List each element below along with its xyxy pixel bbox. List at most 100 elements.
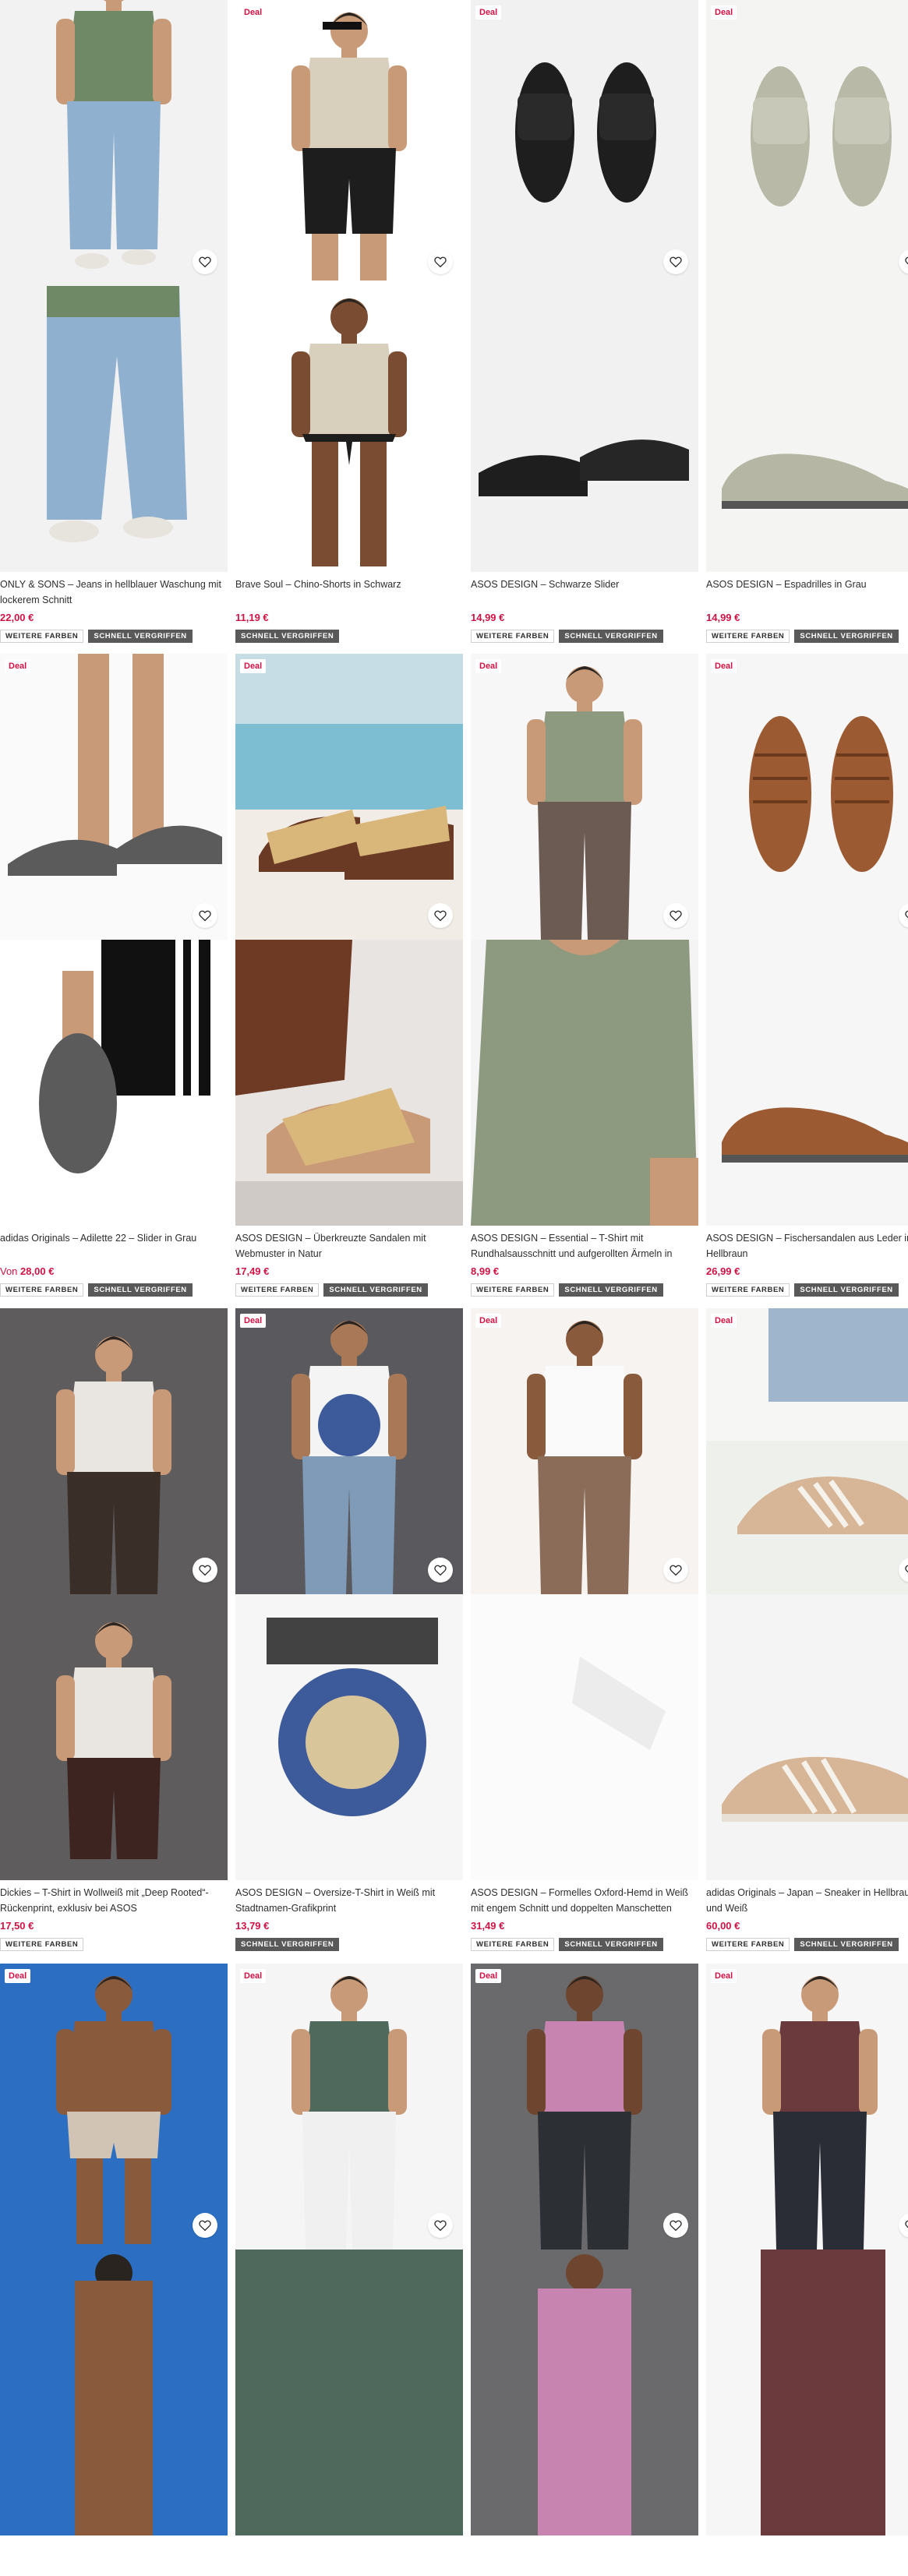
product-image[interactable] xyxy=(706,1308,908,1594)
product-image[interactable] xyxy=(706,654,908,940)
product-image[interactable] xyxy=(235,654,463,940)
product-card[interactable]: Deal adidas Originals – Adilette 22 – Sl… xyxy=(0,654,228,1297)
product-card[interactable]: Deal ASOS DESIGN – Überkreuzte Sandalen … xyxy=(235,654,463,1297)
product-card[interactable]: Deal xyxy=(471,1964,698,2576)
product-image[interactable] xyxy=(235,1308,463,1594)
product-name[interactable]: ASOS DESIGN – Espadrilles in Grau xyxy=(706,577,908,608)
product-name[interactable]: ASOS DESIGN – Fischersandalen aus Leder … xyxy=(706,1230,908,1262)
wishlist-button[interactable] xyxy=(428,1558,453,1583)
wishlist-button[interactable] xyxy=(428,2213,453,2238)
wishlist-button[interactable] xyxy=(663,1558,688,1583)
product-image-gallery[interactable]: Deal xyxy=(471,0,698,572)
product-image-gallery[interactable]: Deal xyxy=(706,1964,908,2535)
product-image-gallery[interactable]: Deal xyxy=(235,1964,463,2535)
product-name[interactable]: adidas Originals – Adilette 22 – Slider … xyxy=(0,1230,228,1262)
product-name[interactable]: ASOS DESIGN – Oversize-T-Shirt in Weiß m… xyxy=(235,1885,463,1916)
product-image-alternate[interactable] xyxy=(706,2250,908,2535)
product-image-gallery[interactable]: Deal xyxy=(471,1964,698,2535)
product-name[interactable]: adidas Originals – Japan – Sneaker in He… xyxy=(706,1885,908,1916)
product-image-alternate[interactable] xyxy=(706,940,908,1226)
product-card[interactable]: Deal adidas Originals – Japan – Sneaker … xyxy=(706,1308,908,1951)
product-image-alternate[interactable] xyxy=(235,2250,463,2535)
product-card[interactable]: Deal Brave Soul – Chino-Shorts in Schwar… xyxy=(235,0,463,643)
product-name[interactable]: ASOS DESIGN – Überkreuzte Sandalen mit W… xyxy=(235,1230,463,1262)
product-card[interactable]: Dickies – T-Shirt in Wollweiß mit „Deep … xyxy=(0,1308,228,1951)
more-colors-badge[interactable]: WEITERE FARBEN xyxy=(706,1283,790,1297)
product-image[interactable] xyxy=(471,0,698,286)
product-image-alternate[interactable] xyxy=(235,286,463,572)
product-name[interactable]: Brave Soul – Chino-Shorts in Schwarz xyxy=(235,577,463,608)
product-card[interactable]: ONLY & SONS – Jeans in hellblauer Waschu… xyxy=(0,0,228,643)
wishlist-button[interactable] xyxy=(193,2213,217,2238)
product-name[interactable]: ASOS DESIGN – Formelles Oxford-Hemd in W… xyxy=(471,1885,698,1916)
wishlist-button[interactable] xyxy=(663,903,688,928)
product-image-gallery[interactable]: Deal xyxy=(471,654,698,1226)
product-image-alternate[interactable] xyxy=(471,2250,698,2535)
product-image-alternate[interactable] xyxy=(706,1594,908,1880)
product-card[interactable]: Deal ASOS DESIGN – Schwarze Slider 14,99… xyxy=(471,0,698,643)
product-card[interactable]: Deal ASOS DESIGN – Fischersandalen aus L… xyxy=(706,654,908,1297)
product-name[interactable] xyxy=(706,2540,908,2571)
product-image-gallery[interactable]: Deal xyxy=(235,1308,463,1880)
product-image-alternate[interactable] xyxy=(471,286,698,572)
more-colors-badge[interactable]: WEITERE FARBEN xyxy=(706,1938,790,1951)
product-image-alternate[interactable] xyxy=(0,2250,228,2535)
product-image[interactable] xyxy=(0,0,228,286)
wishlist-button[interactable] xyxy=(193,903,217,928)
product-image-gallery[interactable]: Deal xyxy=(706,0,908,572)
product-name[interactable]: Dickies – T-Shirt in Wollweiß mit „Deep … xyxy=(0,1885,228,1916)
product-image-alternate[interactable] xyxy=(706,286,908,572)
product-name[interactable]: ONLY & SONS – Jeans in hellblauer Waschu… xyxy=(0,577,228,608)
product-name[interactable] xyxy=(0,2540,228,2571)
product-image-gallery[interactable]: Deal xyxy=(471,1308,698,1880)
wishlist-button[interactable] xyxy=(663,249,688,274)
wishlist-button[interactable] xyxy=(193,1558,217,1583)
product-image-gallery[interactable]: Deal xyxy=(706,654,908,1226)
product-card[interactable]: Deal xyxy=(706,1964,908,2576)
product-card[interactable]: Deal xyxy=(235,1964,463,2576)
product-name[interactable] xyxy=(471,2540,698,2571)
product-image-alternate[interactable] xyxy=(235,940,463,1226)
wishlist-button[interactable] xyxy=(428,249,453,274)
product-image-gallery[interactable] xyxy=(0,0,228,572)
product-card[interactable]: Deal xyxy=(0,1964,228,2576)
more-colors-badge[interactable]: WEITERE FARBEN xyxy=(471,1283,555,1297)
product-name[interactable]: ASOS DESIGN – Schwarze Slider xyxy=(471,577,698,608)
more-colors-badge[interactable]: WEITERE FARBEN xyxy=(0,1283,84,1297)
more-colors-badge[interactable]: WEITERE FARBEN xyxy=(706,630,790,643)
product-image[interactable] xyxy=(0,654,228,940)
product-image-gallery[interactable]: Deal xyxy=(0,654,228,1226)
more-colors-badge[interactable]: WEITERE FARBEN xyxy=(235,1283,320,1297)
product-image[interactable] xyxy=(471,1964,698,2250)
product-image[interactable] xyxy=(706,0,908,286)
product-image-alternate[interactable] xyxy=(0,1594,228,1880)
more-colors-badge[interactable]: WEITERE FARBEN xyxy=(0,630,84,643)
product-image[interactable] xyxy=(235,0,463,286)
product-image-gallery[interactable]: Deal xyxy=(235,654,463,1226)
more-colors-badge[interactable]: WEITERE FARBEN xyxy=(0,1938,84,1951)
wishlist-button[interactable] xyxy=(428,903,453,928)
product-image[interactable] xyxy=(0,1308,228,1594)
wishlist-button[interactable] xyxy=(193,249,217,274)
product-image[interactable] xyxy=(706,1964,908,2250)
more-colors-badge[interactable]: WEITERE FARBEN xyxy=(471,1938,555,1951)
product-name[interactable]: ASOS DESIGN – Essential – T-Shirt mit Ru… xyxy=(471,1230,698,1262)
product-image-alternate[interactable] xyxy=(471,940,698,1226)
product-name[interactable] xyxy=(235,2540,463,2571)
product-image-gallery[interactable]: Deal xyxy=(0,1964,228,2535)
product-image-alternate[interactable] xyxy=(0,286,228,572)
product-image[interactable] xyxy=(235,1964,463,2250)
product-image-gallery[interactable] xyxy=(0,1308,228,1880)
product-image[interactable] xyxy=(471,1308,698,1594)
product-card[interactable]: Deal ASOS DESIGN – Oversize-T-Shirt in W… xyxy=(235,1308,463,1951)
product-card[interactable]: Deal ASOS DESIGN – Formelles Oxford-Hemd… xyxy=(471,1308,698,1951)
product-card[interactable]: Deal ASOS DESIGN – Espadrilles in Grau 1… xyxy=(706,0,908,643)
wishlist-button[interactable] xyxy=(663,2213,688,2238)
product-image-gallery[interactable]: Deal xyxy=(235,0,463,572)
product-card[interactable]: Deal ASOS DESIGN – Essential – T-Shirt m… xyxy=(471,654,698,1297)
product-image[interactable] xyxy=(0,1964,228,2250)
product-image-alternate[interactable] xyxy=(235,1594,463,1880)
product-image-alternate[interactable] xyxy=(0,940,228,1226)
product-image[interactable] xyxy=(471,654,698,940)
product-image-alternate[interactable] xyxy=(471,1594,698,1880)
